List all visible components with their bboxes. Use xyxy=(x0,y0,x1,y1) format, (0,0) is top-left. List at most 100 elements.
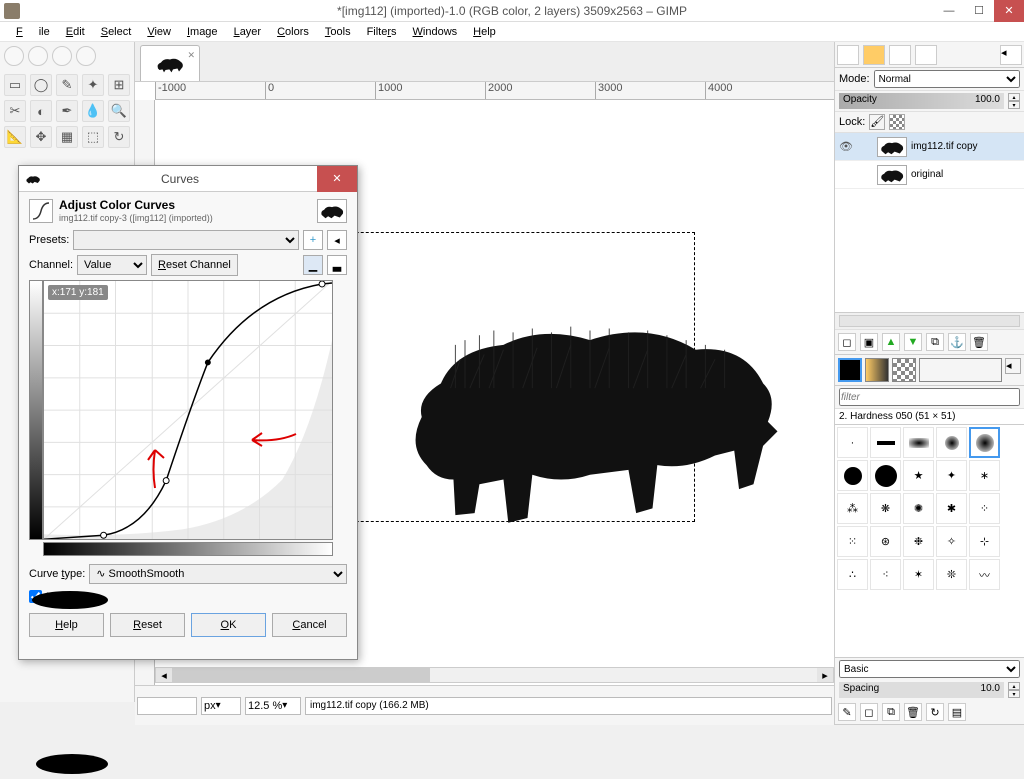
brush-cell[interactable]: ⁂ xyxy=(837,493,868,524)
brush-dup-icon[interactable]: ⧉ xyxy=(882,703,900,721)
presets-dropdown[interactable] xyxy=(73,230,299,250)
brush-cell[interactable] xyxy=(936,427,967,458)
menu-filters[interactable]: Filters xyxy=(359,24,405,40)
add-preset-icon[interactable]: + xyxy=(303,230,323,250)
menu-layer[interactable]: Layer xyxy=(226,24,270,40)
brush-cell[interactable]: ❉ xyxy=(903,526,934,557)
tool-ellipse-select[interactable]: ◯ xyxy=(30,74,52,96)
tab-channels-icon[interactable] xyxy=(863,45,885,65)
layer-up-icon[interactable]: ▲ xyxy=(882,333,900,351)
tool-move[interactable]: ✥ xyxy=(30,126,52,148)
tab-undo-icon[interactable] xyxy=(915,45,937,65)
brush-del-icon[interactable]: 🗑 xyxy=(904,703,922,721)
mode-dropdown[interactable]: Normal xyxy=(874,70,1020,88)
maximize-button[interactable]: ☐ xyxy=(964,0,994,22)
brush-cell[interactable] xyxy=(903,427,934,458)
delete-layer-icon[interactable]: 🗑 xyxy=(970,333,988,351)
minimize-button[interactable]: — xyxy=(934,0,964,22)
brush-cell[interactable]: ✱ xyxy=(936,493,967,524)
brush-grid[interactable]: · ★ ✦ ∗ ⁂ ❋ ✺ ✱ ⁘ ⁙ ⊛ ❉ ✧ ⊹ ∴ ⁖ ✶ ❊ 〰 xyxy=(835,425,1024,657)
tool-wand-select[interactable]: ⊞ xyxy=(108,74,130,96)
brush-new-icon[interactable]: ◻ xyxy=(860,703,878,721)
menu-windows[interactable]: Windows xyxy=(405,24,466,40)
brush-cell[interactable]: ✧ xyxy=(936,526,967,557)
tool-align[interactable]: ▦ xyxy=(56,126,78,148)
brush-category-dropdown[interactable]: Basic xyxy=(839,660,1020,678)
curve-plot[interactable]: x:171 y:181 xyxy=(43,280,333,540)
brush-filter-input[interactable] xyxy=(839,388,1020,406)
lock-alpha-icon[interactable] xyxy=(889,114,905,130)
lock-pixels-icon[interactable]: 🖌 xyxy=(869,114,885,130)
tool-fuzzy-select[interactable]: ✦ xyxy=(82,74,104,96)
canvas-hscrollbar[interactable]: ◂ ▸ xyxy=(155,667,834,683)
position-input[interactable] xyxy=(137,697,197,715)
tool-rect-select[interactable]: ▭ xyxy=(4,74,26,96)
ok-button[interactable]: OK xyxy=(191,613,266,637)
brush-cell[interactable] xyxy=(969,427,1000,458)
scroll-right-icon[interactable]: ▸ xyxy=(817,668,833,682)
preset-menu-icon[interactable]: ◂ xyxy=(327,230,347,250)
brush-cell[interactable]: ⊹ xyxy=(969,526,1000,557)
brush-edit-icon[interactable]: ✎ xyxy=(838,703,856,721)
tool-lasso[interactable]: ✎ xyxy=(56,74,78,96)
tool-color-picker[interactable]: 💧 xyxy=(82,100,104,122)
new-layer-icon[interactable]: ◻ xyxy=(838,333,856,351)
layer-down-icon[interactable]: ▼ xyxy=(904,333,922,351)
brush-cell[interactable]: ✦ xyxy=(936,460,967,491)
tool-zoom[interactable]: 🔍 xyxy=(108,100,130,122)
dialog-titlebar[interactable]: Curves ✕ xyxy=(19,166,357,192)
preview-checkbox[interactable] xyxy=(29,590,42,603)
channel-dropdown[interactable]: Value xyxy=(77,255,147,275)
brush-cell[interactable]: ⊛ xyxy=(870,526,901,557)
scroll-thumb[interactable] xyxy=(172,668,430,682)
menu-file[interactable]: File xyxy=(8,24,58,40)
brush-cell[interactable]: ✶ xyxy=(903,559,934,590)
brush-open-icon[interactable]: ▤ xyxy=(948,703,966,721)
brush-cell[interactable]: ✺ xyxy=(903,493,934,524)
histogram-linear-icon[interactable]: ▁ xyxy=(303,255,323,275)
layer-visibility-icon[interactable]: 👁 xyxy=(837,140,855,153)
brush-cell[interactable]: ❊ xyxy=(936,559,967,590)
reset-button[interactable]: Reset xyxy=(110,613,185,637)
histogram-log-icon[interactable]: ▃ xyxy=(327,255,347,275)
layer-row[interactable]: 👁 img112.tif copy xyxy=(835,133,1024,161)
scroll-track[interactable] xyxy=(172,668,817,682)
brush-panel-menu-icon[interactable]: ◂ xyxy=(1005,358,1021,374)
menu-tools[interactable]: Tools xyxy=(317,24,359,40)
menu-select[interactable]: Select xyxy=(93,24,140,40)
scroll-left-icon[interactable]: ◂ xyxy=(156,668,172,682)
tab-layers-icon[interactable] xyxy=(837,45,859,65)
spacing-step-up[interactable]: ▴ xyxy=(1008,682,1020,690)
spacing-step-down[interactable]: ▾ xyxy=(1008,690,1020,698)
duplicate-layer-icon[interactable]: ⧉ xyxy=(926,333,944,351)
brush-cell[interactable] xyxy=(870,460,901,491)
cancel-button[interactable]: Cancel xyxy=(272,613,347,637)
tab-close-icon[interactable]: ✕ xyxy=(187,50,195,61)
brush-cell[interactable]: ★ xyxy=(903,460,934,491)
tool-scissors[interactable]: ✂ xyxy=(4,100,26,122)
tool-paths[interactable]: ✒ xyxy=(56,100,78,122)
brush-cell[interactable]: 〰 xyxy=(969,559,1000,590)
layer-row[interactable]: original xyxy=(835,161,1024,189)
tool-foreground[interactable]: ◐ xyxy=(30,100,52,122)
gradient-preview-icon[interactable] xyxy=(865,358,889,382)
tool-rotate[interactable]: ↻ xyxy=(108,126,130,148)
brush-cell[interactable] xyxy=(870,427,901,458)
brush-cell[interactable]: ⁖ xyxy=(870,559,901,590)
menu-view[interactable]: View xyxy=(139,24,179,40)
brush-cell[interactable]: · xyxy=(837,427,868,458)
pattern-preview-icon[interactable] xyxy=(892,358,916,382)
zoom-dropdown[interactable]: 12.5 % ▾ xyxy=(245,697,301,715)
reset-channel-button[interactable]: Reset Channel xyxy=(151,254,238,276)
tool-measure[interactable]: 📐 xyxy=(4,126,26,148)
brush-preview-icon[interactable] xyxy=(838,358,862,382)
brush-cell[interactable] xyxy=(837,460,868,491)
dialog-close-button[interactable]: ✕ xyxy=(317,166,357,192)
menu-colors[interactable]: Colors xyxy=(269,24,317,40)
help-button[interactable]: Help xyxy=(29,613,104,637)
brush-cell[interactable]: ⁙ xyxy=(837,526,868,557)
menu-help[interactable]: Help xyxy=(465,24,504,40)
panel-menu-icon[interactable]: ◂ xyxy=(1000,45,1022,65)
curve-type-dropdown[interactable]: ∿ SmoothSmooth xyxy=(89,564,347,584)
unit-dropdown[interactable]: px ▾ xyxy=(201,697,241,715)
